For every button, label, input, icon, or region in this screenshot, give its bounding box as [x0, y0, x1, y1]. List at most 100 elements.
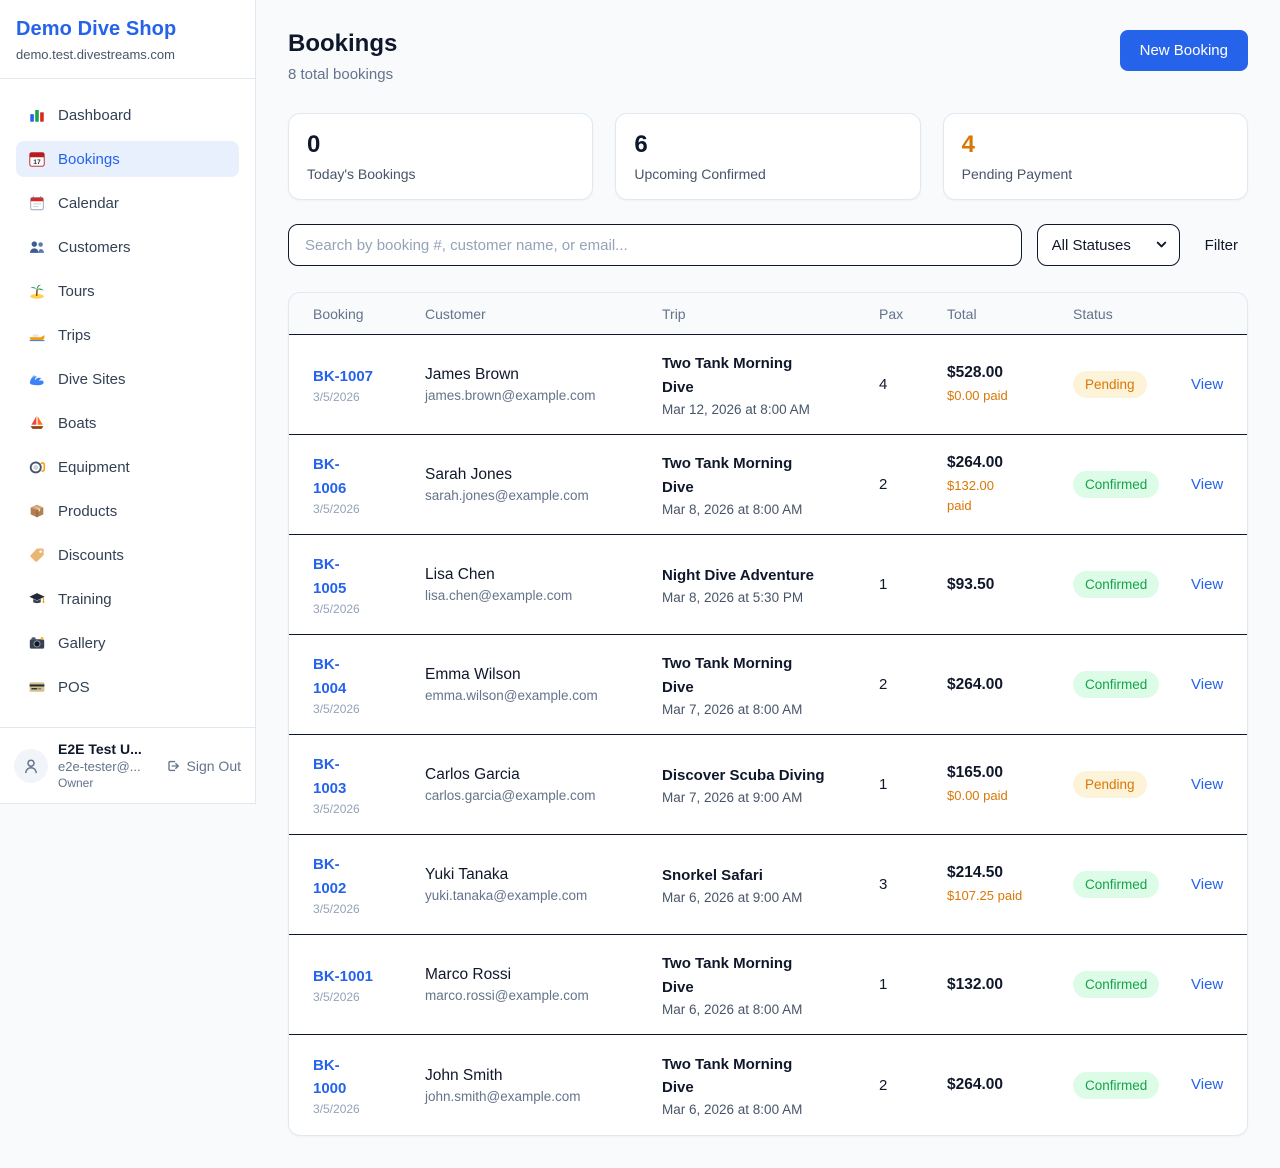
booking-cell: BK- 10053/5/2026 [313, 553, 425, 616]
view-link[interactable]: View [1191, 1076, 1223, 1093]
user-icon [21, 756, 41, 776]
actions-cell: View [1191, 576, 1223, 594]
sidebar: Demo Dive Shop demo.test.divestreams.com… [0, 0, 256, 804]
sidebar-item-pos[interactable]: POS [16, 669, 239, 705]
booking-date: 3/5/2026 [313, 1102, 425, 1116]
sidebar-item-gallery[interactable]: Gallery [16, 625, 239, 661]
user-section: E2E Test U... e2e-tester@... Owner Sign … [0, 727, 255, 803]
filter-button[interactable]: Filter [1195, 237, 1248, 254]
table-row: BK- 10043/5/2026Emma Wilsonemma.wilson@e… [289, 635, 1247, 735]
sidebar-item-discounts[interactable]: Discounts [16, 537, 239, 573]
booking-link[interactable]: BK-1001 [313, 965, 373, 988]
sidebar-item-label: Equipment [58, 459, 130, 476]
customer-cell: Sarah Jonessarah.jones@example.com [425, 466, 662, 503]
sidebar-item-products[interactable]: Products [16, 493, 239, 529]
total-amount: $93.50 [947, 576, 1073, 594]
status-badge: Confirmed [1073, 571, 1159, 598]
status-badge: Pending [1073, 771, 1147, 798]
column-header-pax: Pax [879, 306, 947, 322]
sidebar-item-trips[interactable]: Trips [16, 317, 239, 353]
trip-date: Mar 8, 2026 at 5:30 PM [662, 590, 879, 605]
booking-cell: BK- 10043/5/2026 [313, 653, 425, 716]
package-icon [28, 502, 46, 520]
column-header-customer: Customer [425, 306, 662, 322]
view-link[interactable]: View [1191, 876, 1223, 893]
customer-cell: Emma Wilsonemma.wilson@example.com [425, 666, 662, 703]
status-badge: Confirmed [1073, 1072, 1159, 1099]
booking-cell: BK- 1002 3/5/2026 [313, 853, 425, 916]
avatar [14, 749, 48, 783]
column-header-status: Status [1073, 306, 1191, 322]
page-subtitle: 8 total bookings [288, 66, 397, 83]
status-badge: Confirmed [1073, 671, 1159, 698]
booking-link[interactable]: BK- 1000 [313, 1054, 346, 1101]
customer-cell: John Smithjohn.smith@example.com [425, 1067, 662, 1104]
booking-cell: BK- 10003/5/2026 [313, 1054, 425, 1117]
page-title: Bookings [288, 30, 397, 58]
total-cell: $528.00$0.00 paid [947, 364, 1073, 406]
actions-cell: View [1191, 376, 1223, 394]
customer-cell: Carlos Garciacarlos.garcia@example.com [425, 766, 662, 803]
booking-link[interactable]: BK- 1006 [313, 453, 346, 500]
view-link[interactable]: View [1191, 576, 1223, 593]
new-booking-button[interactable]: New Booking [1120, 30, 1248, 71]
booking-link[interactable]: BK- 1003 [313, 753, 346, 800]
customer-email: emma.wilson@example.com [425, 688, 662, 703]
trip-cell: Two Tank Morning DiveMar 7, 2026 at 8:00… [662, 652, 879, 717]
sidebar-item-training[interactable]: Training [16, 581, 239, 617]
booking-date: 3/5/2026 [313, 990, 425, 1004]
view-link[interactable]: View [1191, 776, 1223, 793]
trip-cell: Two Tank Morning DiveMar 8, 2026 at 8:00… [662, 452, 879, 517]
status-cell: Confirmed [1073, 1072, 1191, 1099]
sidebar-item-tours[interactable]: Tours [16, 273, 239, 309]
view-link[interactable]: View [1191, 476, 1223, 493]
stat-card-today-s-bookings: 0Today's Bookings [288, 113, 593, 200]
view-link[interactable]: View [1191, 676, 1223, 693]
sidebar-item-label: POS [58, 679, 90, 696]
booking-cell: BK-10073/5/2026 [313, 365, 425, 404]
sidebar-item-dashboard[interactable]: Dashboard [16, 97, 239, 133]
column-header-booking: Booking [313, 306, 425, 322]
booking-link[interactable]: BK- 1005 [313, 553, 346, 600]
search-input[interactable] [288, 224, 1022, 266]
sign-out-button[interactable]: Sign Out [165, 758, 241, 774]
column-header-total: Total [947, 306, 1073, 322]
sidebar-item-calendar[interactable]: Calendar [16, 185, 239, 221]
actions-cell: View [1191, 776, 1223, 794]
total-cell: $93.50 [947, 576, 1073, 594]
booking-link[interactable]: BK- 1002 [313, 853, 346, 900]
trip-name: Discover Scuba Diving [662, 764, 827, 787]
view-link[interactable]: View [1191, 976, 1223, 993]
graduation-cap-icon [28, 590, 46, 608]
status-cell: Confirmed [1073, 971, 1191, 998]
sidebar-item-dive-sites[interactable]: Dive Sites [16, 361, 239, 397]
status-badge: Pending [1073, 371, 1147, 398]
status-filter-select[interactable]: All Statuses [1037, 224, 1180, 266]
sidebar-item-customers[interactable]: Customers [16, 229, 239, 265]
pax-value: 2 [879, 676, 947, 693]
sign-out-label: Sign Out [187, 758, 241, 774]
customer-cell: Marco Rossimarco.rossi@example.com [425, 966, 662, 1003]
table-row: BK- 10053/5/2026Lisa Chenlisa.chen@examp… [289, 535, 1247, 635]
sidebar-item-equipment[interactable]: Equipment [16, 449, 239, 485]
user-role: Owner [58, 776, 155, 790]
booking-link[interactable]: BK-1007 [313, 365, 373, 388]
sidebar-item-bookings[interactable]: 17Bookings [16, 141, 239, 177]
customer-email: lisa.chen@example.com [425, 588, 662, 603]
customer-email: john.smith@example.com [425, 1089, 662, 1104]
total-cell: $264.00 [947, 1076, 1073, 1094]
total-cell: $132.00 [947, 976, 1073, 994]
status-badge: Confirmed [1073, 971, 1159, 998]
sidebar-item-label: Gallery [58, 635, 106, 652]
logo-block: Demo Dive Shop demo.test.divestreams.com [0, 0, 255, 79]
actions-cell: View [1191, 976, 1223, 994]
sidebar-item-boats[interactable]: Boats [16, 405, 239, 441]
trip-date: Mar 6, 2026 at 8:00 AM [662, 1102, 879, 1117]
total-amount: $264.00 [947, 1076, 1073, 1094]
trip-date: Mar 7, 2026 at 8:00 AM [662, 702, 879, 717]
view-link[interactable]: View [1191, 376, 1223, 393]
actions-cell: View [1191, 676, 1223, 694]
booking-date: 3/5/2026 [313, 902, 425, 916]
booking-link[interactable]: BK- 1004 [313, 653, 346, 700]
sign-out-icon [165, 758, 181, 774]
